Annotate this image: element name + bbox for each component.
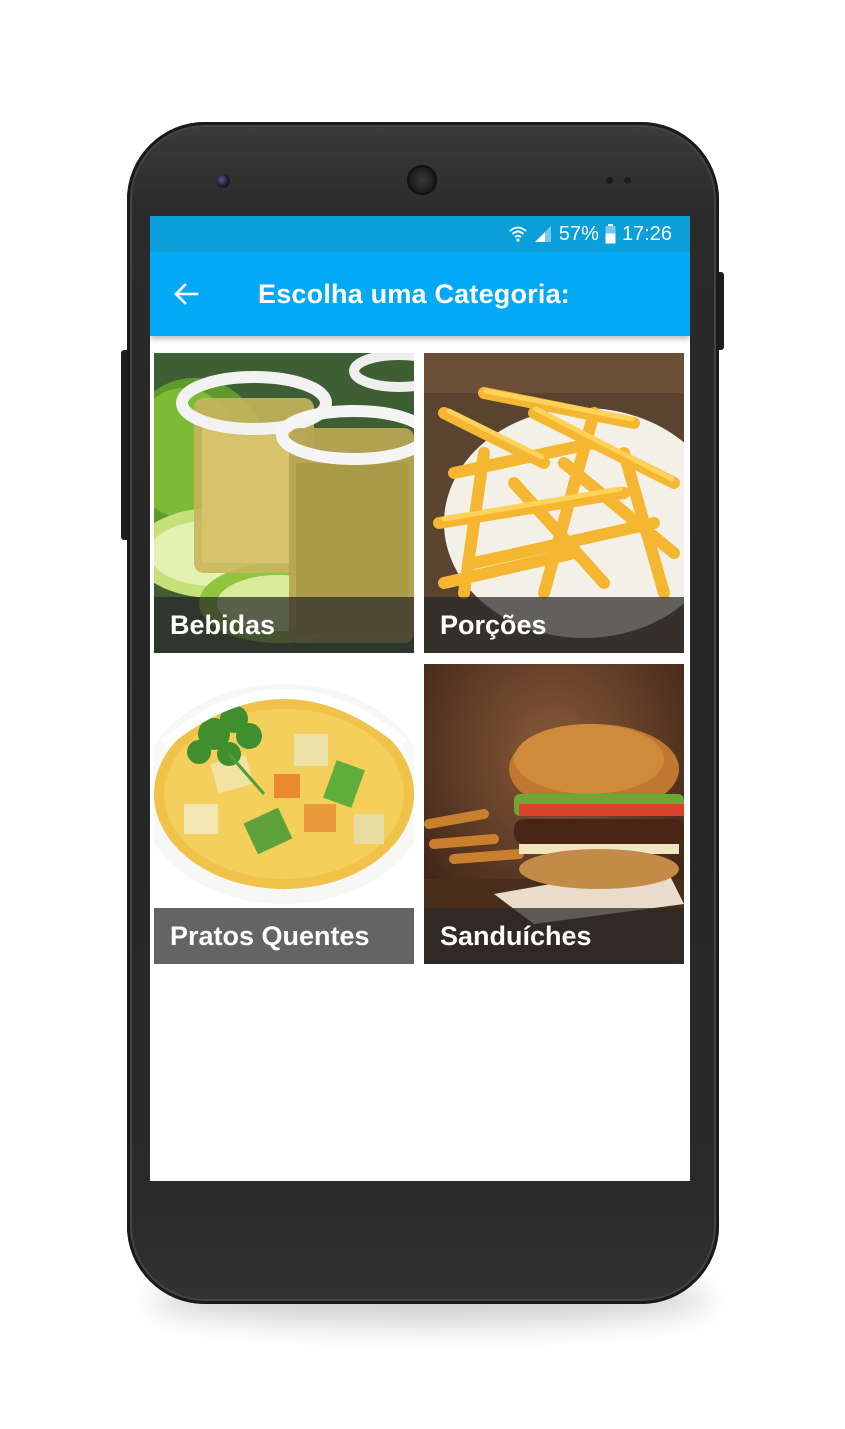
page-title: Escolha uma Categoria: bbox=[258, 279, 570, 309]
category-tile-porcoes[interactable]: Porções bbox=[424, 353, 684, 653]
category-label: Pratos Quentes bbox=[170, 921, 370, 951]
earpiece-speaker bbox=[407, 165, 437, 195]
battery-icon bbox=[605, 224, 616, 244]
screen: 57% 17:26 Escolha uma Categoria: Bebidas… bbox=[150, 216, 690, 1181]
light-sensor bbox=[624, 177, 631, 184]
category-tile-pratos-quentes[interactable]: Pratos Quentes bbox=[154, 664, 414, 964]
category-label: Porções bbox=[440, 610, 547, 640]
arrow-back-icon bbox=[174, 283, 199, 305]
signal-icon bbox=[533, 225, 553, 243]
clock: 17:26 bbox=[621, 222, 672, 245]
category-label: Bebidas bbox=[170, 610, 276, 640]
battery-percentage: 57% bbox=[558, 222, 599, 245]
category-label: Sanduíches bbox=[440, 921, 592, 951]
category-tile-bebidas[interactable]: Bebidas bbox=[154, 353, 414, 653]
category-tile-sanduiches[interactable]: Sanduíches bbox=[424, 664, 684, 964]
app-bar: Escolha uma Categoria: bbox=[150, 252, 690, 336]
back-button[interactable] bbox=[168, 276, 204, 312]
wifi-icon bbox=[509, 225, 527, 243]
status-bar: 57% 17:26 bbox=[150, 216, 690, 252]
front-camera bbox=[216, 174, 230, 188]
proximity-sensor bbox=[606, 177, 613, 184]
